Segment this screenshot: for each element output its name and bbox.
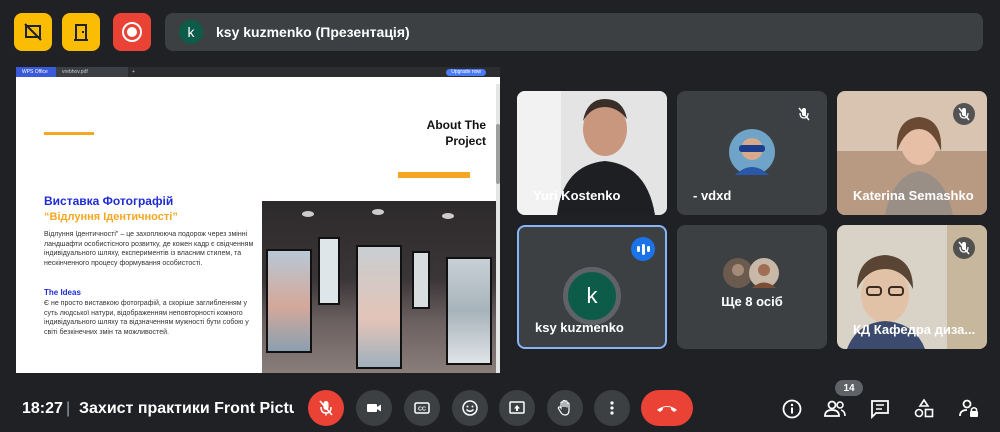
slide-heading-bar	[398, 172, 470, 178]
presentation-label: ksy kuzmenko (Презентація)	[216, 24, 410, 40]
shapes-icon	[914, 398, 934, 418]
chat-button[interactable]	[867, 396, 893, 422]
browser-tab-bar: WPS Office vrebhov.pdf + Upgrade now	[16, 67, 500, 77]
people-icon	[824, 400, 846, 417]
slide-body: Відлуння Ідентичності" – це захоплююча п…	[44, 231, 254, 267]
participant-name: КД Кафедра диза...	[853, 322, 976, 337]
presenter-avatar: k	[179, 20, 203, 44]
record-icon	[122, 22, 142, 42]
mic-toggle-button[interactable]	[308, 390, 344, 426]
participant-avatars	[723, 258, 779, 288]
people-button[interactable]	[822, 396, 848, 422]
meeting-time: 18:27	[22, 400, 63, 417]
leave-call-button[interactable]	[641, 390, 693, 426]
mic-muted-icon	[953, 103, 975, 125]
more-participants-tile[interactable]: Ще 8 осіб	[677, 225, 827, 349]
mic-muted-icon	[793, 103, 815, 125]
upgrade-badge: Upgrade now	[446, 68, 486, 76]
meeting-title: Захист практики Front Pictu...	[79, 400, 294, 417]
participant-tile-kd[interactable]: КД Кафедра диза...	[837, 225, 987, 349]
slide-ideas-heading: The Ideas	[44, 288, 81, 297]
participant-tile-yuri[interactable]: Yuri Kostenko	[517, 91, 667, 215]
browser-tab-wps: WPS Office	[16, 67, 56, 77]
video-camera-icon	[367, 404, 381, 412]
participant-name: Yuri Kostenko	[533, 188, 621, 203]
participant-name: Katerina Semashko	[853, 188, 974, 203]
participant-tile-katerina[interactable]: Katerina Semashko	[837, 91, 987, 215]
browser-tab-pdf: vrebhov.pdf	[56, 67, 128, 77]
presentation-slide: About The Project Виставка Фотографій “В…	[16, 84, 496, 373]
present-button[interactable]	[499, 390, 535, 426]
participant-tile-ksy[interactable]: k ksy kuzmenko	[517, 225, 667, 349]
more-vertical-icon	[610, 401, 614, 415]
slide-accent-line	[44, 132, 94, 135]
reactions-button[interactable]	[452, 390, 488, 426]
hang-up-icon	[657, 406, 677, 412]
speaking-indicator-icon	[631, 237, 655, 261]
new-tab-icon: +	[132, 69, 135, 75]
presentation-off-button[interactable]	[14, 13, 52, 51]
people-count-badge: 14	[835, 380, 863, 396]
slide-ideas-body: Є не просто виставкою фотографій, а скор…	[44, 300, 249, 336]
slide-heading: About The Project	[426, 118, 486, 148]
recording-button[interactable]	[113, 13, 151, 51]
activities-button[interactable]	[911, 396, 937, 422]
more-options-button[interactable]	[594, 390, 630, 426]
participant-name: ksy kuzmenko	[535, 320, 624, 335]
camera-toggle-button[interactable]	[356, 390, 392, 426]
slide-subtitle: “Відлуння Ідентичності”	[44, 211, 178, 223]
gallery-photo	[262, 201, 496, 373]
shared-screen: WPS Office vrebhov.pdf + Upgrade now Abo…	[16, 67, 500, 373]
emoji-icon	[462, 400, 478, 416]
exit-presentation-button[interactable]	[62, 13, 100, 51]
present-off-icon	[24, 23, 42, 41]
host-controls-button[interactable]	[956, 396, 982, 422]
participant-tile-vdxd[interactable]: - vdxd	[677, 91, 827, 215]
lock-person-icon	[959, 399, 978, 417]
separator: |	[66, 400, 71, 417]
svg-text:CC: CC	[418, 407, 426, 413]
meeting-details-button[interactable]	[779, 396, 805, 422]
hand-icon	[557, 399, 570, 416]
raise-hand-button[interactable]	[547, 390, 583, 426]
mic-off-icon	[319, 400, 333, 416]
slide-title: Виставка Фотографій	[44, 194, 174, 208]
slide-scrollbar[interactable]	[496, 84, 500, 373]
mic-muted-icon	[953, 237, 975, 259]
more-participants-label: Ще 8 осіб	[721, 294, 783, 309]
participant-avatar: k	[563, 267, 621, 325]
info-icon	[782, 399, 802, 419]
closed-captions-icon: CC	[414, 402, 430, 414]
participant-avatar	[729, 129, 775, 175]
door-icon	[74, 24, 88, 41]
captions-button[interactable]: CC	[404, 390, 440, 426]
present-screen-icon	[509, 401, 525, 414]
participant-name: - vdxd	[693, 188, 732, 203]
presentation-banner: k ksy kuzmenko (Презентація)	[165, 13, 983, 51]
chat-icon	[871, 400, 889, 420]
